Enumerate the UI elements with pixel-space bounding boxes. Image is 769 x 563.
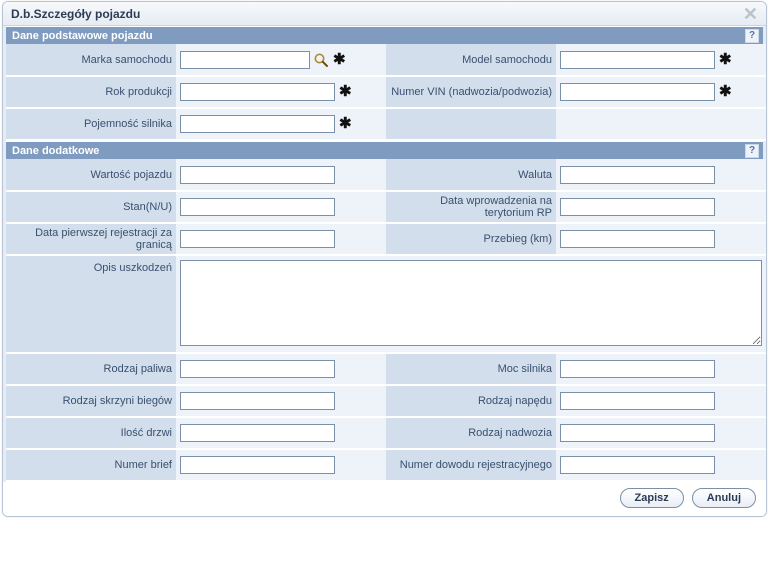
search-icon[interactable] [313, 52, 329, 68]
model-field[interactable] [560, 51, 715, 69]
section-title-extra: Dane dodatkowe [12, 145, 99, 157]
skrzynia-field[interactable] [180, 392, 335, 410]
dialog-footer: Zapisz Anuluj [3, 482, 766, 516]
label-paliwo: Rodzaj paliwa [6, 353, 176, 385]
required-icon: ✱ [718, 87, 732, 97]
label-pojemnosc: Pojemność silnika [6, 108, 176, 140]
label-vin: Numer VIN (nadwozia/podwozia) [386, 76, 556, 108]
label-nadwozie: Rodzaj nadwozia [386, 417, 556, 449]
label-dowod: Numer dowodu rejestracyjnego [386, 449, 556, 481]
data-rej-field[interactable] [180, 230, 335, 248]
empty-cell [386, 108, 556, 140]
label-model: Model samochodu [386, 44, 556, 76]
titlebar: D.b.Szczegóły pojazdu ✕ [3, 2, 766, 26]
naped-field[interactable] [560, 392, 715, 410]
brief-field[interactable] [180, 456, 335, 474]
required-icon: ✱ [718, 55, 732, 65]
nadwozie-field[interactable] [560, 424, 715, 442]
vehicle-details-dialog: D.b.Szczegóły pojazdu ✕ Dane podstawowe … [2, 1, 767, 517]
form-body: Dane podstawowe pojazdu ? Marka samochod… [3, 26, 766, 482]
close-icon[interactable]: ✕ [743, 7, 758, 21]
cancel-button[interactable]: Anuluj [692, 488, 756, 508]
rok-field[interactable] [180, 83, 335, 101]
required-icon: ✱ [332, 55, 346, 65]
label-opis: Opis uszkodzeń [6, 255, 176, 353]
label-naped: Rodzaj napędu [386, 385, 556, 417]
section-header-basic: Dane podstawowe pojazdu ? [6, 26, 763, 44]
save-button[interactable]: Zapisz [620, 488, 684, 508]
label-data-wpr: Data wprowadzenia na terytorium RP [386, 191, 556, 223]
basic-form-table: Marka samochodu ✱ Model samochodu [6, 44, 766, 141]
marka-field[interactable] [180, 51, 310, 69]
pojemnosc-field[interactable] [180, 115, 335, 133]
wartosc-field[interactable] [180, 166, 335, 184]
label-rok: Rok produkcji [6, 76, 176, 108]
waluta-field[interactable] [560, 166, 715, 184]
section-title-basic: Dane podstawowe pojazdu [12, 30, 153, 42]
label-przebieg: Przebieg (km) [386, 223, 556, 255]
dialog-title: D.b.Szczegóły pojazdu [11, 7, 140, 21]
przebieg-field[interactable] [560, 230, 715, 248]
label-drzwi: Ilość drzwi [6, 417, 176, 449]
label-data-rej: Data pierwszej rejestracji za granicą [6, 223, 176, 255]
required-icon: ✱ [338, 87, 352, 97]
extra-form-table: Wartość pojazdu Waluta Stan(N/U) Data wp… [6, 159, 766, 482]
vin-field[interactable] [560, 83, 715, 101]
opis-field[interactable] [180, 260, 762, 346]
stan-field[interactable] [180, 198, 335, 216]
label-skrzynia: Rodzaj skrzyni biegów [6, 385, 176, 417]
label-stan: Stan(N/U) [6, 191, 176, 223]
required-icon: ✱ [338, 119, 352, 129]
empty-cell [556, 108, 766, 140]
moc-field[interactable] [560, 360, 715, 378]
label-waluta: Waluta [386, 159, 556, 191]
help-icon[interactable]: ? [745, 29, 759, 43]
label-moc: Moc silnika [386, 353, 556, 385]
label-marka: Marka samochodu [6, 44, 176, 76]
dowod-field[interactable] [560, 456, 715, 474]
drzwi-field[interactable] [180, 424, 335, 442]
data-wpr-field[interactable] [560, 198, 715, 216]
help-icon[interactable]: ? [745, 144, 759, 158]
label-wartosc: Wartość pojazdu [6, 159, 176, 191]
section-header-extra: Dane dodatkowe ? [6, 141, 763, 159]
paliwo-field[interactable] [180, 360, 335, 378]
label-brief: Numer brief [6, 449, 176, 481]
